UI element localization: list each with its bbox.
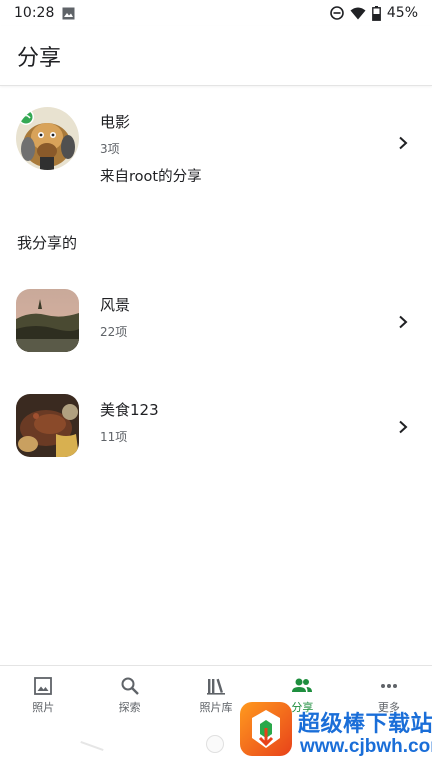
album-thumbnail	[16, 394, 79, 457]
status-time: 10:28	[14, 5, 55, 21]
nav-item-photos[interactable]: 照片	[0, 666, 86, 720]
wifi-icon	[350, 7, 366, 20]
album-info: 美食123 11项	[100, 399, 159, 445]
page-title: 分享	[17, 45, 62, 71]
chevron-right-icon	[396, 314, 410, 329]
watermark-title: 超级棒下载站	[298, 712, 432, 737]
album-thumbnail	[16, 289, 79, 352]
watermark-url: www.cjbwh.com	[300, 736, 432, 757]
app-header: 分享	[0, 26, 432, 86]
watermark: 超级棒下载站 www.cjbwh.com	[238, 690, 432, 768]
nav-item-explore[interactable]: 探索	[86, 666, 172, 720]
gallery-notification-icon	[62, 7, 75, 20]
album-info: 风景 22项	[100, 294, 130, 340]
photo-icon	[33, 675, 53, 697]
nav-label: 探索	[118, 701, 141, 714]
chevron-right-icon	[396, 135, 410, 150]
battery-icon	[371, 5, 381, 21]
album-name: 美食123	[100, 401, 159, 419]
album-thumbnail	[16, 107, 79, 170]
my-album-row[interactable]: 风景 22项	[0, 282, 432, 360]
shared-album-row[interactable]: 电影 3项 来自root的分享	[0, 100, 432, 190]
album-count: 22项	[100, 325, 128, 339]
dnd-icon	[330, 6, 344, 20]
nav-label: 照片	[32, 701, 55, 714]
section-heading-my-shares: 我分享的	[17, 234, 78, 252]
album-name: 风景	[100, 296, 131, 314]
home-button[interactable]	[206, 735, 224, 753]
album-count: 11项	[100, 430, 128, 444]
watermark-logo-icon	[238, 698, 294, 760]
album-count: 3项	[100, 142, 120, 156]
search-icon	[120, 675, 140, 697]
status-bar: 10:28 45%	[0, 0, 432, 26]
chevron-right-icon	[396, 419, 410, 434]
album-info: 电影 3项 来自root的分享	[100, 111, 202, 186]
library-icon	[206, 675, 226, 697]
nav-label: 照片库	[199, 701, 233, 714]
battery-percent: 45%	[386, 5, 418, 21]
album-owner: 来自root的分享	[100, 169, 202, 185]
album-name: 电影	[100, 113, 131, 131]
my-album-row[interactable]: 美食123 11项	[0, 387, 432, 465]
